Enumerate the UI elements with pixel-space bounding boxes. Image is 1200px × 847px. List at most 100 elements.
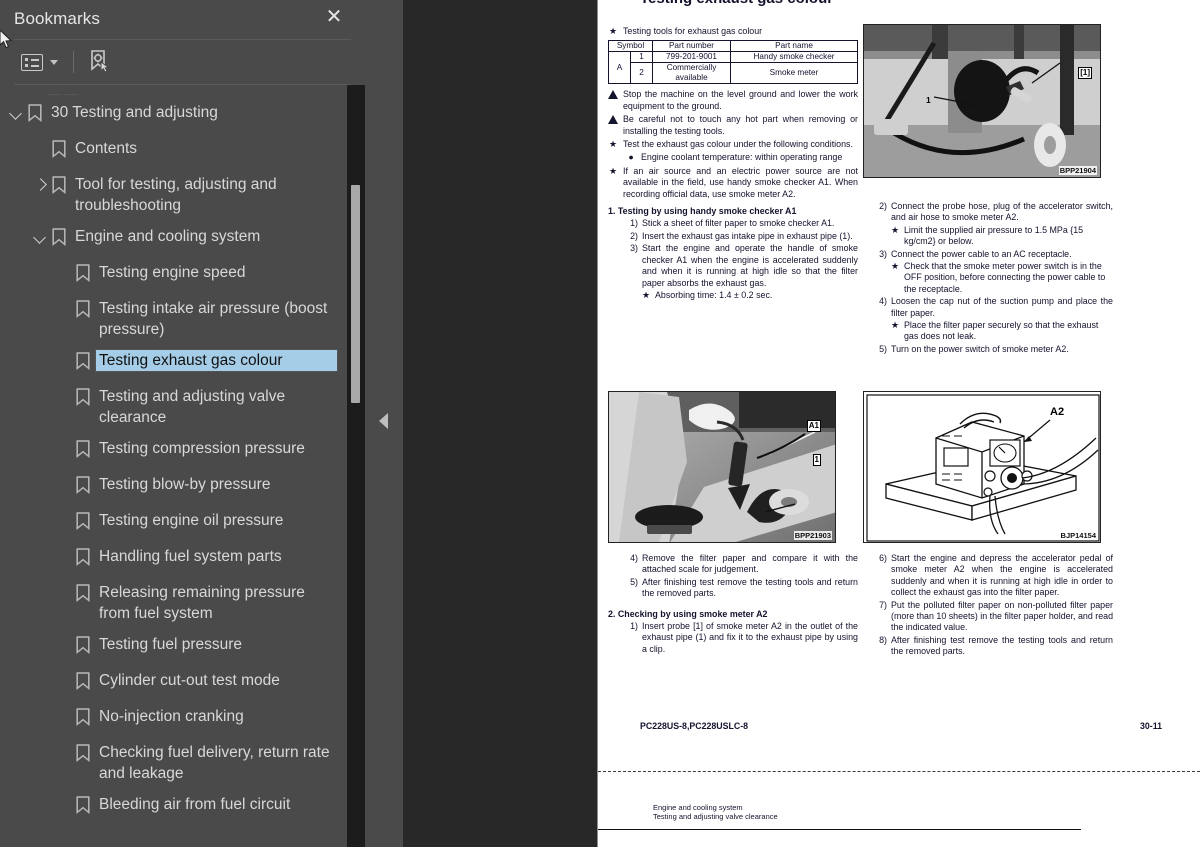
figure-label-1: 1 [812,454,821,466]
bookmark-item-label: Releasing remaining pressure from fuel s… [99,584,305,622]
twisty-closed-icon[interactable] [30,174,52,195]
star-icon: ★ [609,139,617,150]
figure-bjp14154: A2 BJP14154 [863,391,1101,543]
figure-label-bracket-1: [1] [1078,67,1092,79]
list-options-icon [21,53,43,71]
page-column-right-lower: 6) Start the engine and depress the acce… [863,552,1113,658]
star-icon: ★ [891,320,899,331]
step-item: 2) Connect the probe hose, plug of the a… [879,201,1113,223]
bookmarks-panel-header: Bookmarks ✕ [0,0,365,38]
add-bookmark-button[interactable] [86,46,114,78]
bookmark-item-label: Testing and adjusting valve clearance [99,388,286,426]
bookmark-item[interactable]: Releasing remaining pressure from fuel s… [0,577,345,629]
pdf-reader-window: Bookmarks ✕ — — 30 Testing and adjusting… [0,0,1200,847]
twisty-open-icon[interactable] [6,102,28,123]
next-page-head-line-2: Testing and adjusting valve clearance [653,812,778,821]
page-column-left: ★ Testing tools for exhaust gas colour S… [608,24,858,301]
bookmark-item[interactable]: Testing blow-by pressure [0,469,345,505]
dot-icon: ● [628,152,634,163]
star-icon: ★ [609,26,617,36]
figure-label-1: 1 [926,95,931,105]
step-item: 7) Put the polluted filter paper on non-… [879,599,1114,633]
bookmark-item[interactable]: Testing and adjusting valve clearance [0,381,345,433]
toolbar-divider [73,51,74,73]
cell-part-number: 799-201-9001 [652,51,731,64]
bookmark-item[interactable]: Testing compression pressure [0,433,345,469]
bookmark-item-label: Tool for testing, adjusting and troubles… [75,176,277,214]
pdf-viewer[interactable]: Testing exhaust gas colour ★ Testing too… [403,0,1200,847]
page-footer-model: PC228US-8,PC228USLC-8 [640,721,749,731]
bookmark-item[interactable]: Contents [0,133,345,169]
bookmark-item-partial: — — [48,86,78,97]
close-icon[interactable]: ✕ [323,7,345,29]
bookmark-item[interactable]: Checking fuel delivery, return rate and … [0,737,345,789]
twisty-open-icon[interactable] [30,226,52,247]
bookmark-item-label: Testing intake air pressure (boost press… [99,300,328,338]
bookmark-item[interactable]: Testing engine oil pressure [0,505,345,541]
step-item: 4) Remove the filter paper and compare i… [630,553,858,575]
bookmarks-scrollbar-thumb[interactable] [351,185,360,403]
cell-part-number: Commercially available [652,62,731,85]
bookmark-icon [76,264,90,282]
step-item: 5) After finishing test remove the testi… [630,576,858,599]
page-column-left-lower: 4) Remove the filter paper and compare i… [608,552,858,655]
bookmark-item-label: Testing engine speed [99,264,246,281]
bookmark-item-label: Testing engine oil pressure [99,512,284,529]
cell-no: 2 [630,62,653,85]
figure-label-a2: A2 [1050,406,1065,418]
bookmark-item-label: Bleeding air from fuel circuit [99,796,291,813]
bookmark-item-label: Checking fuel delivery, return rate and … [99,744,330,782]
bookmark-icon [52,176,66,194]
bookmark-item-label: No-injection cranking [99,708,244,725]
bookmark-item[interactable]: Cylinder cut-out test mode [0,665,345,701]
bookmark-item[interactable]: Handling fuel system parts [0,541,345,577]
chevron-down-icon [50,59,58,65]
bookmark-icon [76,300,90,318]
figure-code: BPP21904 [1058,166,1097,175]
list-options-button[interactable] [18,50,61,75]
bookmark-item[interactable]: No-injection cranking [0,701,345,737]
bookmark-item-label: Cylinder cut-out test mode [99,672,280,689]
bookmark-item-label: Engine and cooling system [75,228,261,245]
tools-table: Symbol Part number Part name A 1 799-201… [608,40,858,85]
page-title: Testing exhaust gas colour [640,0,833,7]
bookmark-item-label: Testing exhaust gas colour [95,349,338,372]
bookmarks-tree[interactable]: — — 30 Testing and adjusting Contents Tool… [0,85,345,847]
page-column-right: 2) Connect the probe hose, plug of the a… [863,200,1113,355]
bookmark-item[interactable]: Tool for testing, adjusting and troubles… [0,169,345,221]
bookmark-icon [76,744,90,762]
bookmark-icon [76,476,90,494]
bookmark-item[interactable]: Testing fuel pressure [0,629,345,665]
bookmark-item[interactable]: Testing intake air pressure (boost press… [0,293,345,345]
bookmark-icon [76,352,90,370]
tools-caption: ★ Testing tools for exhaust gas colour [609,26,763,36]
step-item: 1) Insert probe [1] of smoke meter A2 in… [630,621,858,654]
bookmark-item[interactable]: 30 Testing and adjusting [0,97,345,133]
bookmarks-scrollbar[interactable] [347,85,365,847]
panel-splitter[interactable] [365,0,403,847]
figure-code: BPP21903 [793,531,832,540]
bookmark-item[interactable]: Bleeding air from fuel circuit [0,789,345,825]
bookmark-icon [76,388,90,406]
step-item: 2) Insert the exhaust gas intake pipe in… [630,230,853,241]
bookmark-icon [76,548,90,566]
collapse-panel-arrow-icon[interactable] [379,413,388,429]
step-item: 6) Start the engine and depress the acce… [879,553,1113,598]
bookmark-item[interactable]: Testing engine speed [0,257,345,293]
step-item: 4) Loosen the cap nut of the suction pum… [879,296,1113,318]
bookmark-item[interactable]: Testing exhaust gas colour [0,345,345,381]
bookmark-icon [76,584,90,602]
figure-bpp21903: 1 A1 BPP21903 [608,391,836,543]
step-item: 3) Connect the power cable to an AC rece… [879,248,1072,259]
th-part-number: Part number [652,40,731,53]
bookmark-item[interactable]: Engine and cooling system [0,221,345,257]
cell-no: 1 [630,51,653,64]
add-bookmark-icon [89,50,111,74]
